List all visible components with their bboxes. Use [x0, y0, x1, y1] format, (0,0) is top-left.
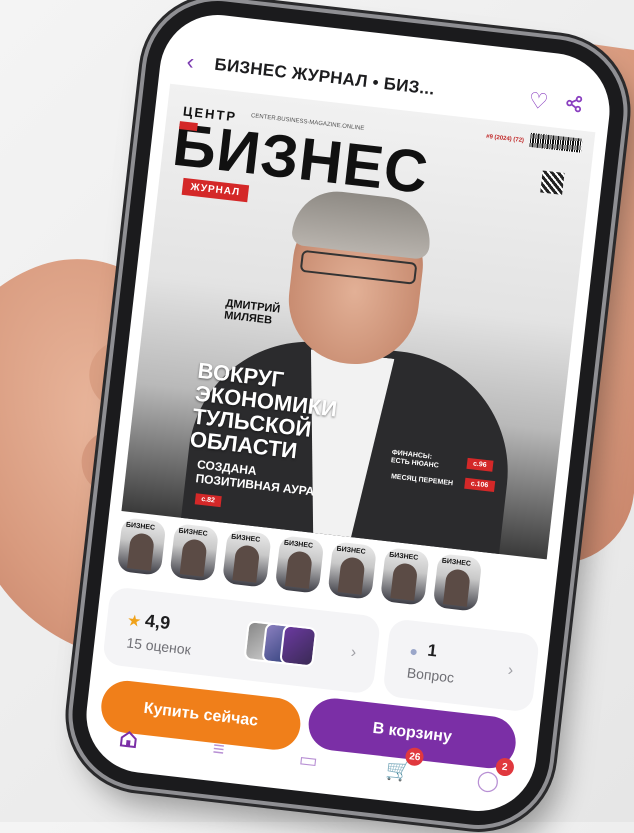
- search-list-icon[interactable]: ≡: [197, 727, 241, 771]
- questions-label: Вопрос: [406, 664, 455, 686]
- cover-headline: ВОКРУГ ЭКОНОМИКИ ТУЛЬСКОЙ ОБЛАСТИ: [189, 358, 341, 467]
- heart-icon[interactable]: ♡: [523, 87, 554, 116]
- magazine-cover[interactable]: ЦЕНТР CENTER.BUSINESS-MAGAZINE.ONLINE #9…: [121, 83, 596, 560]
- rating-count: 15 оценок: [125, 634, 192, 658]
- thumbnail-person: [285, 550, 313, 589]
- wallet-icon[interactable]: ▭: [286, 738, 330, 782]
- issue-thumbnail[interactable]: БИЗНЕС: [221, 529, 272, 588]
- thumbnail-person: [390, 562, 419, 601]
- rating-value: 4,9: [144, 610, 172, 634]
- rating-card[interactable]: ★ 4,9 15 оценок ›: [102, 586, 382, 695]
- thumbnail-person: [337, 556, 366, 595]
- questions-card[interactable]: ● 1 Вопрос ›: [382, 618, 541, 713]
- thumbnail-label: БИЗНЕС: [283, 539, 314, 550]
- share-icon[interactable]: [559, 93, 589, 119]
- thumbnail-label: БИЗНЕС: [388, 551, 419, 562]
- chat-bubble-icon: ●: [408, 642, 419, 660]
- thumbnail-label: БИЗНЕС: [230, 533, 261, 544]
- profile-icon[interactable]: ◯ 2: [466, 757, 515, 802]
- app-screen: ‹ БИЗНЕС ЖУРНАЛ • БИЗ... ♡ ЦЕНТР CENTER.…: [80, 8, 616, 818]
- cart-icon[interactable]: 🛒 26: [376, 746, 425, 792]
- qr-code-icon: [540, 170, 565, 195]
- thumbnail-person: [232, 544, 261, 583]
- issue-thumbnail[interactable]: БИЗНЕС: [327, 541, 378, 600]
- thumbnail-person: [127, 532, 155, 571]
- thumbnail-label: БИЗНЕС: [441, 557, 472, 568]
- issue-thumbnail[interactable]: БИЗНЕС: [169, 523, 220, 582]
- star-icon: ★: [126, 612, 143, 631]
- issue-thumbnail[interactable]: БИЗНЕС: [116, 517, 167, 576]
- thumbnail-label: БИЗНЕС: [125, 521, 156, 532]
- thumbnail-label: БИЗНЕС: [178, 527, 208, 538]
- cover-issue: #9 (2024) (72): [485, 133, 525, 145]
- issue-thumbnail[interactable]: БИЗНЕС: [274, 535, 325, 594]
- review-images: [243, 620, 318, 668]
- thumbnail-person: [179, 538, 208, 577]
- home-icon[interactable]: [107, 717, 151, 761]
- review-image: [279, 624, 318, 668]
- issue-thumbnail[interactable]: БИЗНЕС: [379, 547, 430, 606]
- cart-badge: 26: [404, 746, 425, 767]
- chevron-right-icon: ›: [349, 643, 358, 662]
- questions-count: 1: [426, 640, 439, 661]
- thumbnail-label: БИЗНЕС: [336, 545, 366, 556]
- smartphone: ‹ БИЗНЕС ЖУРНАЛ • БИЗ... ♡ ЦЕНТР CENTER.…: [64, 0, 632, 833]
- issue-thumbnail[interactable]: БИЗНЕС: [432, 553, 483, 612]
- chevron-right-icon: ›: [506, 661, 515, 680]
- chevron-left-icon[interactable]: ‹: [185, 49, 216, 78]
- barcode-icon: [529, 132, 583, 153]
- thumbnail-person: [442, 568, 471, 607]
- cover-person-name: ДМИТРИЙ МИЛЯЕВ: [224, 297, 281, 327]
